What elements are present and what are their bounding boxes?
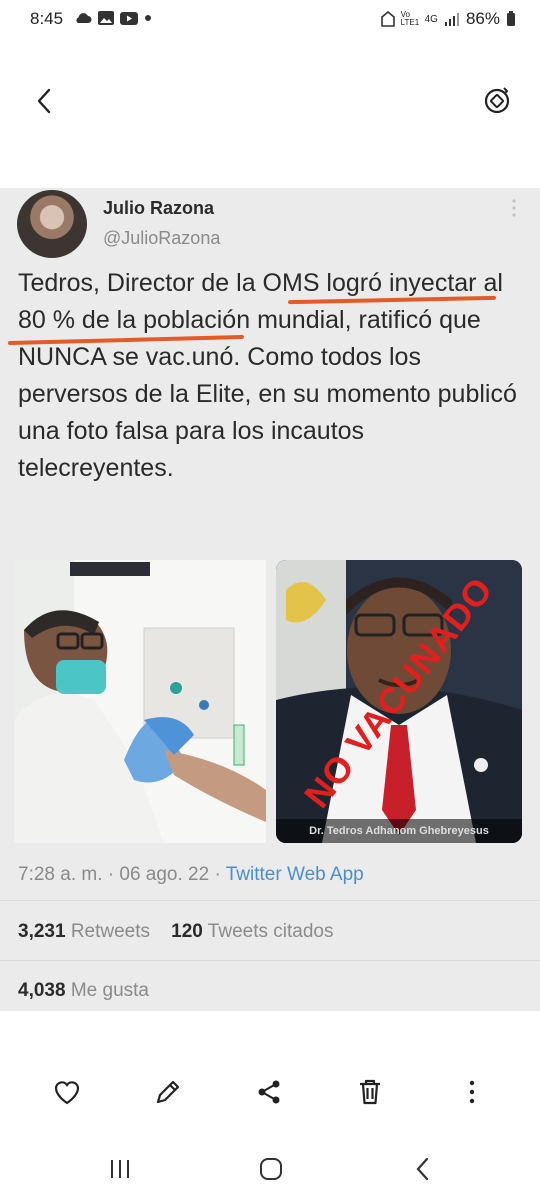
divider: [0, 960, 540, 961]
rotate-icon: [484, 87, 510, 114]
likes-label: Me gusta: [70, 980, 149, 1001]
chevron-left-icon: [416, 1157, 429, 1181]
favorite-button[interactable]: [51, 1076, 83, 1108]
status-time: 8:45: [30, 9, 64, 28]
volte-indicator: Vo LTE1: [400, 10, 420, 27]
rotate-button[interactable]: [482, 86, 512, 116]
vaccination-photo: [14, 560, 266, 843]
battery-icon: [507, 11, 515, 26]
delete-button[interactable]: [354, 1076, 386, 1108]
status-bar: 8:45 Vo LTE1 4G 86%: [0, 0, 540, 40]
signal-icon: [444, 13, 459, 26]
portrait-photo: NO VACUNADO Dr. Tedros Adhanom Ghebreyes…: [276, 560, 522, 843]
cloud-icon: [76, 13, 92, 23]
battery-percent: 86%: [465, 9, 500, 28]
more-options-button[interactable]: [456, 1076, 488, 1108]
tweet-time: 7:28 a. m.: [18, 864, 103, 885]
retweets-count: 3,231: [18, 921, 66, 942]
share-button[interactable]: [253, 1076, 285, 1108]
recents-button[interactable]: [105, 1154, 135, 1184]
back-button[interactable]: [30, 86, 60, 116]
viewer-top-bar: [0, 70, 540, 130]
youtube-icon: [120, 11, 138, 25]
chevron-left-icon: [37, 88, 51, 114]
avatar: [17, 190, 87, 258]
quotes-count: 120: [171, 921, 203, 942]
like-stats: 4,038 Me gusta: [18, 980, 149, 1002]
edit-button[interactable]: [152, 1076, 184, 1108]
retweet-stats: 3,231 Retweets 120 Tweets citados: [18, 921, 333, 943]
gallery-icon: [98, 11, 114, 25]
likes-count: 4,038: [18, 980, 66, 1001]
notification-icons: [74, 11, 152, 25]
photo-caption: Dr. Tedros Adhanom Ghebreyesus: [276, 819, 522, 843]
more-vertical-icon: [469, 1080, 475, 1104]
trash-icon: [360, 1079, 380, 1105]
quotes-label: Tweets citados: [207, 921, 334, 942]
home-icon: [260, 1158, 282, 1180]
meta-separator: ·: [107, 864, 115, 885]
vaccination-illustration: [14, 560, 266, 843]
dot-icon: [145, 15, 151, 21]
tweet-screenshot[interactable]: Julio Razona @JulioRazona Tedros, Direct…: [0, 188, 540, 1011]
more-vertical-icon: [512, 199, 516, 217]
tweet-date: 06 ago. 22: [119, 864, 210, 885]
status-right: Vo LTE1 4G 86%: [380, 9, 516, 29]
system-nav-bar: [0, 1140, 540, 1200]
meta-separator: ·: [214, 864, 221, 885]
viewer-toolbar: [0, 1062, 540, 1122]
tweet-meta: 7:28 a. m. · 06 ago. 22 · Twitter Web Ap…: [18, 864, 364, 886]
recents-icon: [111, 1160, 129, 1178]
pencil-icon: [156, 1080, 180, 1104]
back-nav-button[interactable]: [408, 1154, 438, 1184]
divider: [0, 900, 540, 901]
retweets-label: Retweets: [70, 921, 151, 942]
network-type: 4G: [424, 13, 438, 25]
tweet-source: Twitter Web App: [225, 864, 364, 885]
author-handle: @JulioRazona: [103, 228, 221, 248]
author-name: Julio Razona: [103, 198, 215, 218]
heart-icon: [54, 1081, 80, 1105]
alarm-icon: [380, 11, 395, 27]
home-button[interactable]: [256, 1154, 286, 1184]
share-icon: [258, 1080, 280, 1104]
